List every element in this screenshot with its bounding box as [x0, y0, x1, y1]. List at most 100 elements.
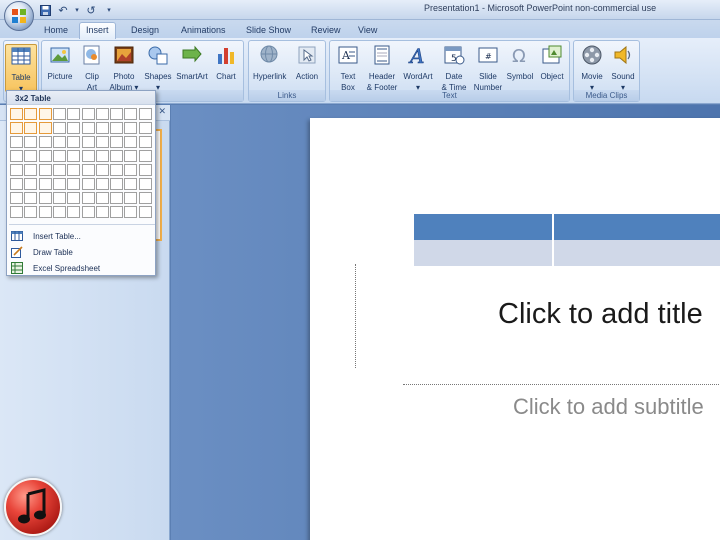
table-grid-cell[interactable] [67, 206, 81, 218]
table-grid-cell[interactable] [24, 192, 38, 204]
table-grid-cell[interactable] [124, 178, 138, 190]
table-grid-cell[interactable] [81, 150, 95, 162]
table-grid-cell[interactable] [138, 192, 152, 204]
tab-insert[interactable]: Insert [79, 22, 116, 39]
table-grid-cell[interactable] [81, 206, 95, 218]
table-grid-cell-selected[interactable] [24, 108, 38, 120]
table-grid-cell[interactable] [24, 206, 38, 218]
chart-button[interactable]: Chart [210, 44, 242, 92]
table-grid-cell[interactable] [124, 192, 138, 204]
table-grid-cell[interactable] [124, 164, 138, 176]
table-grid-cell[interactable] [10, 192, 23, 204]
table-grid-cell[interactable] [124, 150, 138, 162]
table-grid-cell[interactable] [110, 136, 124, 148]
wordart-button[interactable]: A WordArt ▾ [402, 44, 434, 92]
insert-table-menu-item[interactable]: Insert Table... [7, 228, 155, 244]
undo-icon[interactable]: ↶ [56, 3, 70, 17]
table-grid-cell[interactable] [95, 192, 109, 204]
excel-spreadsheet-menu-item[interactable]: Excel Spreadsheet [7, 260, 155, 276]
tab-view[interactable]: View [352, 23, 383, 37]
table-grid-cell[interactable] [67, 122, 81, 134]
table-grid-cell[interactable] [52, 192, 66, 204]
table-grid-cell[interactable] [38, 136, 52, 148]
table-grid-cell[interactable] [138, 136, 152, 148]
table-grid-cell[interactable] [95, 122, 109, 134]
clip-art-button[interactable]: Clip Art [76, 44, 108, 92]
sound-button[interactable]: Sound ▾ [607, 44, 639, 92]
table-grid-cell[interactable] [124, 108, 138, 120]
table-grid-cell[interactable] [95, 164, 109, 176]
office-button[interactable] [4, 1, 34, 31]
tab-home[interactable]: Home [38, 23, 74, 37]
symbol-button[interactable]: Ω Symbol [504, 44, 536, 92]
table-grid-cell[interactable] [52, 108, 66, 120]
table-grid-cell[interactable] [67, 136, 81, 148]
table-grid-cell[interactable] [52, 206, 66, 218]
table-button[interactable]: Table ▾ [5, 44, 37, 93]
table-grid-cell[interactable] [95, 150, 109, 162]
date-time-button[interactable]: 5 Date & Time [438, 44, 470, 92]
table-grid-cell[interactable] [95, 178, 109, 190]
table-grid-cell[interactable] [24, 136, 38, 148]
table-grid-cell[interactable] [52, 122, 66, 134]
table-grid-cell[interactable] [10, 206, 23, 218]
table-grid-cell[interactable] [10, 178, 23, 190]
table-grid-cell-selected[interactable] [10, 108, 23, 120]
table-grid-cell[interactable] [10, 150, 23, 162]
undo-dropdown-icon[interactable]: ▾ [74, 3, 80, 17]
table-grid-cell[interactable] [124, 136, 138, 148]
table-grid-cell[interactable] [38, 150, 52, 162]
table-grid-cell[interactable] [52, 150, 66, 162]
table-grid-cell[interactable] [81, 192, 95, 204]
table-grid-cell[interactable] [10, 136, 23, 148]
table-grid-cell[interactable] [81, 178, 95, 190]
tab-animations[interactable]: Animations [175, 23, 232, 37]
table-grid-cell[interactable] [38, 178, 52, 190]
table-grid-cell[interactable] [52, 178, 66, 190]
tab-slide-show[interactable]: Slide Show [240, 23, 297, 37]
table-grid-cell[interactable] [110, 192, 124, 204]
table-grid-cell[interactable] [81, 122, 95, 134]
movie-button[interactable]: Movie ▾ [576, 44, 608, 92]
table-grid-cell-selected[interactable] [10, 122, 23, 134]
table-grid-cell[interactable] [110, 164, 124, 176]
object-button[interactable]: Object [536, 44, 568, 92]
table-grid-cell[interactable] [67, 178, 81, 190]
table-grid-cell[interactable] [38, 192, 52, 204]
table-grid-cell-selected[interactable] [24, 122, 38, 134]
table-grid-cell[interactable] [67, 192, 81, 204]
table-grid-cell[interactable] [38, 164, 52, 176]
redo-icon[interactable]: ↺ [84, 3, 98, 17]
table-grid-cell[interactable] [124, 122, 138, 134]
text-box-button[interactable]: A Text Box [332, 44, 364, 92]
header-footer-button[interactable]: Header & Footer [366, 44, 398, 92]
table-header-cell[interactable] [554, 214, 720, 240]
table-grid-cell[interactable] [10, 164, 23, 176]
table-grid-cell[interactable] [124, 206, 138, 218]
table-grid-cell[interactable] [38, 206, 52, 218]
slide-number-button[interactable]: # Slide Number [472, 44, 504, 92]
table-grid-cell[interactable] [110, 178, 124, 190]
table-grid-cell[interactable] [138, 206, 152, 218]
table-grid-cell[interactable] [138, 150, 152, 162]
table-grid-cell[interactable] [24, 150, 38, 162]
table-grid-cell[interactable] [110, 206, 124, 218]
table-grid-cell[interactable] [81, 136, 95, 148]
table-size-grid[interactable] [10, 108, 154, 220]
inserted-table[interactable] [414, 214, 720, 266]
music-note-icon[interactable] [4, 478, 62, 536]
subtitle-placeholder[interactable]: Click to add subtitle [513, 394, 704, 420]
table-grid-cell[interactable] [52, 136, 66, 148]
smartart-button[interactable]: SmartArt [176, 44, 208, 92]
shapes-button[interactable]: Shapes ▾ [142, 44, 174, 92]
table-grid-cell[interactable] [138, 122, 152, 134]
hyperlink-button[interactable]: Hyperlink [253, 44, 286, 92]
table-grid-cell-selected[interactable] [38, 108, 52, 120]
close-pane-icon[interactable]: ✕ [158, 107, 166, 117]
table-grid-cell[interactable] [95, 108, 109, 120]
customize-toolbar-icon[interactable]: ▾ [102, 3, 116, 17]
save-icon[interactable] [38, 3, 52, 17]
table-grid-cell[interactable] [95, 206, 109, 218]
picture-button[interactable]: Picture [44, 44, 76, 92]
table-grid-cell[interactable] [24, 178, 38, 190]
